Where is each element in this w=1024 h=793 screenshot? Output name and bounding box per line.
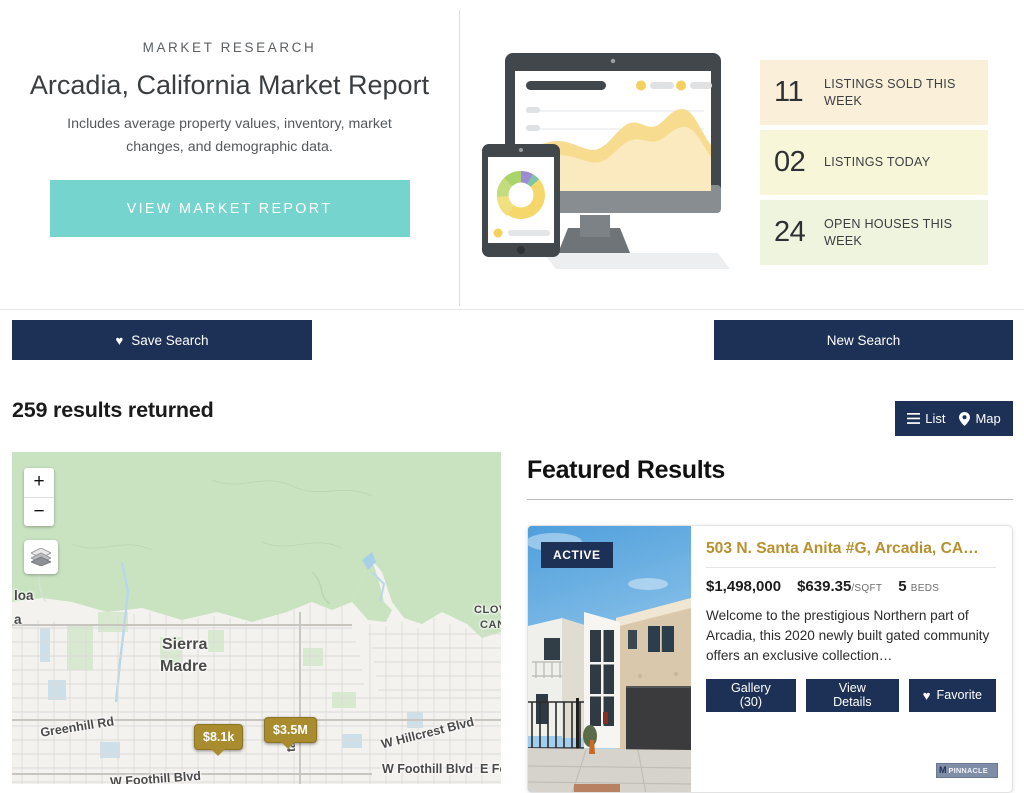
search-actions-row: ♥ Save Search New Search [0, 320, 1024, 360]
view-toggle-map-label: Map [975, 411, 1001, 426]
listing-action-buttons: Gallery (30) View Details ♥ Favorite [706, 678, 996, 712]
save-search-label: Save Search [131, 332, 209, 348]
view-toggle-list-label: List [925, 411, 946, 426]
view-details-button[interactable]: View Details [805, 678, 899, 712]
map-zoom-controls[interactable]: + − [24, 468, 54, 526]
map-layers-button[interactable] [24, 540, 58, 574]
market-stats-list: 11 LISTINGS SOLD THIS WEEK 02 LISTINGS T… [760, 60, 988, 270]
listing-details: 503 N. Santa Anita #G, Arcadia, CA… $1,4… [691, 526, 1012, 792]
map-zoom-in-button[interactable]: + [24, 468, 54, 498]
listing-price: $1,498,000 [706, 578, 782, 595]
listing-card[interactable]: ACTIVE 503 N. Santa Anita #G, Arcadia, C… [527, 525, 1013, 793]
hero-text-block: MARKET RESEARCH Arcadia, California Mark… [0, 40, 459, 238]
stat-label: OPEN HOUSES THIS WEEK [824, 216, 953, 248]
listing-beds-count: 5 [898, 578, 907, 595]
new-search-label: New Search [826, 332, 901, 348]
listing-beds-unit: BEDS [910, 583, 940, 594]
stat-number: 24 [774, 216, 806, 248]
results-map[interactable]: loa a Sierra Madre CLOVE CAN Greenhill R… [12, 452, 501, 784]
list-icon [907, 413, 921, 424]
listing-beds: 5 BEDS [898, 578, 939, 595]
stat-card: 11 LISTINGS SOLD THIS WEEK [760, 60, 988, 125]
map-pin-icon [959, 411, 971, 426]
map-canvas [12, 452, 501, 784]
heart-icon: ♥ [115, 332, 124, 348]
map-price-pin[interactable]: $8.1k [194, 724, 244, 756]
favorite-button[interactable]: ♥ Favorite [908, 678, 996, 712]
hero-subtitle: Includes average property values, invent… [67, 116, 392, 155]
hero-title: Arcadia, California Market Report [29, 70, 430, 100]
listing-price-per-sqft-value: $639.35 [797, 578, 852, 595]
stat-card: 24 OPEN HOUSES THIS WEEK [760, 200, 988, 265]
listing-price-per-sqft: $639.35/SQFT [797, 578, 882, 595]
map-price-pin[interactable]: $3.5M [264, 717, 317, 749]
view-mode-toggle[interactable]: List Map [895, 401, 1013, 436]
stat-label: LISTINGS SOLD THIS WEEK [824, 76, 956, 108]
new-search-button[interactable]: New Search [714, 320, 1013, 360]
market-report-illustration [468, 45, 738, 275]
results-count: 259 results returned [12, 398, 214, 422]
save-search-button[interactable]: ♥ Save Search [12, 320, 312, 360]
hero-divider [459, 10, 460, 306]
featured-results-title: Featured Results [527, 456, 726, 484]
favorite-label: Favorite [936, 688, 983, 703]
view-market-report-button[interactable]: VIEW MARKET REPORT [49, 180, 410, 238]
status-badge: ACTIVE [541, 542, 613, 568]
mls-logo-mark: M [939, 765, 947, 775]
mls-logo-text: PINNACLE [948, 765, 988, 775]
stat-card: 02 LISTINGS TODAY [760, 130, 988, 195]
hero-eyebrow: MARKET RESEARCH [142, 40, 317, 55]
listing-photo[interactable]: ACTIVE [528, 526, 691, 792]
listing-address-divider [706, 567, 996, 568]
layers-icon [31, 548, 51, 566]
market-report-hero: MARKET RESEARCH Arcadia, California Mark… [0, 0, 1024, 310]
map-zoom-out-button[interactable]: − [24, 498, 54, 527]
listing-stats-row: $1,498,000 $639.35/SQFT 5 BEDS [706, 578, 996, 595]
featured-divider [527, 499, 1013, 500]
mls-pinnacle-logo: M PINNACLE [936, 763, 998, 778]
stat-number: 02 [774, 146, 806, 178]
view-toggle-list[interactable]: List [907, 411, 945, 426]
listing-description: Welcome to the prestigious Northern part… [706, 608, 990, 663]
listing-price-per-sqft-unit: /SQFT [851, 583, 883, 594]
heart-icon: ♥ [922, 687, 931, 703]
gallery-button[interactable]: Gallery (30) [706, 678, 796, 712]
stat-label: LISTINGS TODAY [824, 155, 931, 169]
view-toggle-map[interactable]: Map [959, 411, 1001, 426]
stat-number: 11 [774, 76, 804, 108]
listing-address-link[interactable]: 503 N. Santa Anita #G, Arcadia, CA… [706, 540, 996, 558]
